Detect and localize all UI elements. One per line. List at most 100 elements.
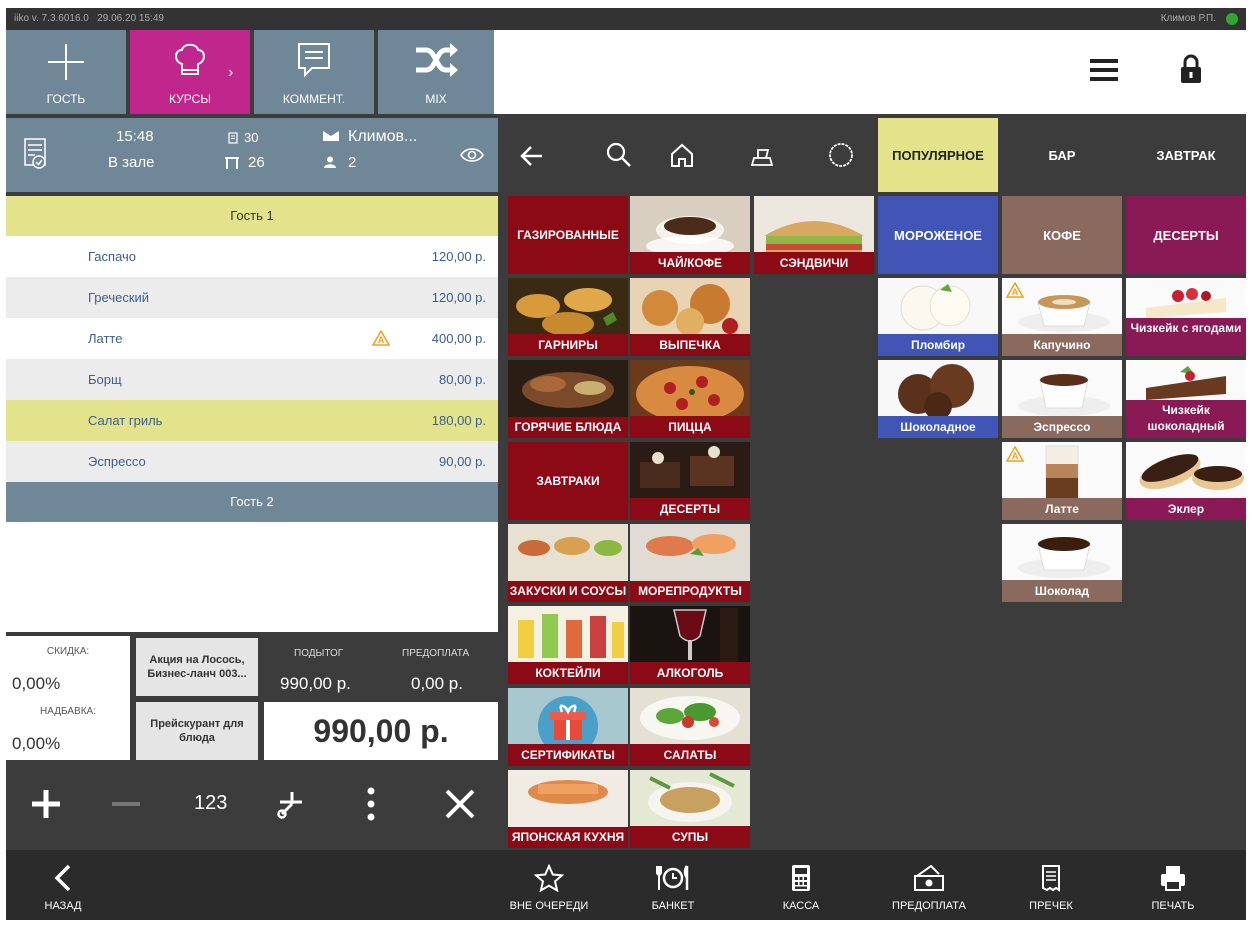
tab-coffee[interactable]: КОФЕ — [1002, 196, 1122, 274]
order-item[interactable]: Гаспачо 120,00 р. — [6, 236, 498, 277]
table-icon — [224, 156, 240, 170]
order-time: 15:48 — [116, 128, 154, 145]
promo-button[interactable]: Акция на Лосось, Бизнес-ланч 003... — [136, 638, 258, 696]
discount-value: 0,00% — [12, 674, 61, 693]
star-icon — [534, 864, 564, 892]
calculator-icon — [791, 864, 811, 892]
surcharge-value: 0,00% — [12, 734, 61, 753]
chevron-right-icon: › — [228, 64, 234, 81]
tab-popular[interactable]: ПОПУЛЯРНОЕ — [878, 118, 998, 192]
courses-button[interactable]: › КУРСЫ — [130, 30, 250, 114]
top-empty-area — [494, 30, 1246, 114]
group-snacks-sauces[interactable]: ЗАКУСКИ И СОУСЫ — [508, 524, 628, 602]
print-button[interactable]: ПЕЧАТЬ — [1128, 850, 1218, 920]
alcohol-warning-icon: A — [1006, 282, 1024, 298]
mix-button[interactable]: MIX — [378, 30, 494, 114]
order-item-selected[interactable]: Салат гриль 180,00 р. — [6, 400, 498, 441]
product-tile[interactable]: Шоколад — [1002, 524, 1122, 602]
group-desserts[interactable]: ДЕСЕРТЫ — [630, 442, 750, 520]
cash-button[interactable]: КАССА — [756, 850, 846, 920]
product-tile[interactable]: Шоколадное — [878, 360, 998, 438]
increase-icon[interactable] — [30, 788, 62, 820]
hamburger-menu-icon[interactable] — [1090, 58, 1118, 82]
pricelist-button[interactable]: Прейскурант для блюда — [136, 702, 258, 760]
svg-text:A: A — [1012, 287, 1019, 297]
order-item[interactable]: Греческий 120,00 р. — [6, 277, 498, 318]
chef-hat-icon — [172, 40, 208, 80]
add-guest-button[interactable]: ГОСТЬ — [6, 30, 126, 114]
table-number: 26 — [248, 154, 265, 171]
group-tea-coffee[interactable]: ЧАЙ/КОФЕ — [630, 196, 750, 274]
decrease-icon[interactable] — [110, 788, 142, 820]
product-tile[interactable]: Эклер — [1126, 442, 1246, 520]
group-certificates[interactable]: СЕРТИФИКАТЫ — [508, 688, 628, 766]
back-button[interactable]: НАЗАД — [18, 850, 108, 920]
group-hot-dishes[interactable]: ГОРЯЧИЕ БЛЮДА — [508, 360, 628, 438]
bottom-bar: НАЗАД ВНЕ ОЧЕРЕДИ БАНКЕТ КАССА ПРЕДОПЛАТ… — [6, 850, 1246, 920]
shuffle-icon — [412, 40, 460, 80]
delete-icon[interactable] — [444, 788, 476, 820]
waiter-icon — [322, 130, 340, 142]
guest-2-header[interactable]: Гость 2 — [6, 482, 498, 522]
group-pizza[interactable]: ПИЦЦА — [630, 360, 750, 438]
totals-panel: СКИДКА: 0,00% НАДБАВКА: 0,00% Акция на Л… — [6, 636, 498, 762]
product-tile[interactable]: Чизкейк с ягодами — [1126, 278, 1246, 356]
prepayment-button[interactable]: ПРЕДОПЛАТА — [884, 850, 974, 920]
order-list-icon — [24, 138, 46, 170]
group-pastry[interactable]: ВЫПЕЧКА — [630, 278, 750, 356]
version-text: iiko v. 7.3.6016.0 29.06.20 15:49 — [14, 13, 164, 24]
out-of-turn-button[interactable]: ВНЕ ОЧЕРЕДИ — [504, 850, 594, 920]
guests-count: 2 — [348, 154, 357, 171]
subtotal-value: 990,00 р. — [280, 674, 351, 693]
quantity-button[interactable]: 123 — [194, 792, 227, 815]
tab-ice-cream[interactable]: МОРОЖЕНОЕ — [878, 196, 998, 274]
group-sodas[interactable]: ГАЗИРОВАННЫЕ — [508, 196, 628, 274]
circle-icon[interactable] — [828, 142, 854, 168]
status-bar: iiko v. 7.3.6016.0 29.06.20 15:49 Климов… — [6, 8, 1246, 30]
waiter-name: Климов... — [348, 128, 418, 145]
order-number: 30 — [244, 130, 259, 145]
split-icon[interactable] — [276, 788, 306, 820]
product-tile[interactable]: Чизкейк шоколадный — [1126, 360, 1246, 438]
product-tile[interactable]: Пломбир — [878, 278, 998, 356]
back-icon — [53, 864, 73, 892]
group-japanese[interactable]: ЯПОНСКАЯ КУХНЯ — [508, 770, 628, 848]
home-icon[interactable] — [670, 142, 694, 168]
order-actions: 123 — [6, 762, 498, 850]
tab-breakfast[interactable]: ЗАВТРАК — [1126, 118, 1246, 192]
more-icon[interactable] — [366, 786, 376, 822]
group-soups[interactable]: СУПЫ — [630, 770, 750, 848]
eye-icon[interactable] — [460, 146, 484, 164]
banquet-icon — [655, 864, 691, 892]
group-breakfasts[interactable]: ЗАВТРАКИ — [508, 442, 628, 520]
product-tile[interactable]: Эспрессо — [1002, 360, 1122, 438]
order-item[interactable]: Латте A 400,00 р. — [6, 318, 498, 359]
guest-1-header[interactable]: Гость 1 — [6, 196, 498, 236]
group-seafood[interactable]: МОРЕПРОДУКТЫ — [630, 524, 750, 602]
group-alcohol[interactable]: АЛКОГОЛЬ — [630, 606, 750, 684]
tab-bar[interactable]: БАР — [1002, 118, 1122, 192]
group-sandwiches[interactable]: СЭНДВИЧИ — [754, 196, 874, 274]
cash-register-icon[interactable] — [750, 146, 774, 166]
alcohol-warning-icon: A — [1006, 446, 1024, 462]
lock-icon[interactable] — [1180, 54, 1202, 84]
back-arrow-icon[interactable] — [520, 144, 544, 168]
product-tile[interactable]: A Латте — [1002, 442, 1122, 520]
discount-box[interactable]: СКИДКА: 0,00% НАДБАВКА: 0,00% — [6, 636, 130, 760]
user-name: Климов Р.П. — [1160, 13, 1216, 24]
product-tile[interactable]: A Капучино — [1002, 278, 1122, 356]
comment-button[interactable]: КОММЕНТ. — [254, 30, 374, 114]
group-sides[interactable]: ГАРНИРЫ — [508, 278, 628, 356]
precheck-button[interactable]: ПРЕЧЕК — [1006, 850, 1096, 920]
tab-desserts[interactable]: ДЕСЕРТЫ — [1126, 196, 1246, 274]
menu-nav — [502, 118, 874, 192]
svg-text:A: A — [1012, 451, 1019, 461]
group-salads[interactable]: САЛАТЫ — [630, 688, 750, 766]
receipt-icon — [1041, 864, 1061, 892]
group-cocktails[interactable]: КОКТЕЙЛИ — [508, 606, 628, 684]
search-icon[interactable] — [606, 142, 632, 168]
banquet-button[interactable]: БАНКЕТ — [628, 850, 718, 920]
order-item[interactable]: Борщ 80,00 р. — [6, 359, 498, 400]
alcohol-warning-icon: A — [372, 330, 390, 346]
order-item[interactable]: Эспрессо 90,00 р. — [6, 441, 498, 482]
